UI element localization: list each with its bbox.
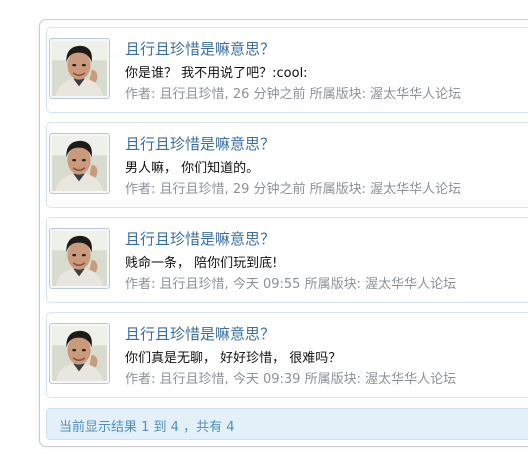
forum-label: 所属版块: [309, 87, 367, 102]
post-title-link[interactable]: 且行且珍惜是嘛意思？ [125, 133, 275, 154]
post-content: 贱命一条， 陪你们玩到底! [125, 256, 278, 271]
forum-label: 所属版块: [304, 372, 361, 387]
post-meta: 作者: 且行且珍惜, 今天 09:55 所属版块: 渥太华华人论坛 [125, 273, 456, 292]
post-title-link[interactable]: 且行且珍惜是嘛意思？ [125, 323, 275, 344]
forum-label: 所属版块: [309, 182, 367, 197]
author-label: 作者: [125, 182, 156, 197]
user-avatar[interactable] [49, 323, 110, 384]
post-item: 且行且珍惜是嘛意思？ 你是谁？ 我不用说了吧？:cool: 作者: 且行且珍惜,… [46, 27, 528, 113]
meta-separator: , [224, 372, 233, 387]
post-time: 26 分钟之前 [232, 87, 306, 102]
author-label: 作者: [125, 372, 156, 387]
meta-separator: , [224, 277, 233, 292]
post-item: 且行且珍惜是嘛意思？ 男人嘛， 你们知道的。 作者: 且行且珍惜, 29 分钟之… [46, 122, 528, 208]
post-meta: 作者: 且行且珍惜, 29 分钟之前 所属版块: 渥太华华人论坛 [125, 178, 461, 197]
user-avatar[interactable] [49, 38, 110, 99]
post-time: 29 分钟之前 [232, 182, 306, 197]
post-item: 且行且珍惜是嘛意思？ 你们真是无聊， 好好珍惜， 很难吗？ 作者: 且行且珍惜,… [46, 312, 528, 398]
post-content: 你是谁？ 我不用说了吧？:cool: [125, 66, 308, 81]
forum-link[interactable]: 渥太华华人论坛 [365, 277, 456, 292]
author-name[interactable]: 且行且珍惜 [160, 277, 225, 292]
forum-label: 所属版块: [304, 277, 361, 292]
search-results-panel: 且行且珍惜是嘛意思？ 你是谁？ 我不用说了吧？:cool: 作者: 且行且珍惜,… [39, 19, 528, 447]
author-label: 作者: [125, 277, 156, 292]
author-label: 作者: [125, 87, 156, 102]
post-time: 今天 09:39 [232, 372, 301, 387]
post-content: 你们真是无聊， 好好珍惜， 很难吗？ [125, 351, 342, 366]
author-name[interactable]: 且行且珍惜 [160, 372, 225, 387]
user-avatar[interactable] [49, 228, 110, 289]
meta-separator: , [224, 182, 233, 197]
post-meta: 作者: 且行且珍惜, 今天 09:39 所属版块: 渥太华华人论坛 [125, 368, 456, 387]
post-meta: 作者: 且行且珍惜, 26 分钟之前 所属版块: 渥太华华人论坛 [125, 83, 461, 102]
post-title-link[interactable]: 且行且珍惜是嘛意思？ [125, 38, 275, 59]
avatar-photo-icon [52, 326, 107, 381]
avatar-photo-icon [52, 136, 107, 191]
forum-link[interactable]: 渥太华华人论坛 [370, 87, 461, 102]
avatar-photo-icon [52, 231, 107, 286]
results-count-text: 当前显示结果 1 到 4 ，共有 4 [59, 420, 235, 435]
avatar-photo-icon [52, 41, 107, 96]
post-content: 男人嘛， 你们知道的。 [125, 161, 260, 176]
post-time: 今天 09:55 [232, 277, 301, 292]
user-avatar[interactable] [49, 133, 110, 194]
meta-separator: , [224, 87, 233, 102]
forum-link[interactable]: 渥太华华人论坛 [370, 182, 461, 197]
author-name[interactable]: 且行且珍惜 [160, 87, 225, 102]
author-name[interactable]: 且行且珍惜 [160, 182, 225, 197]
post-item: 且行且珍惜是嘛意思？ 贱命一条， 陪你们玩到底! 作者: 且行且珍惜, 今天 0… [46, 217, 528, 303]
results-footer: 当前显示结果 1 到 4 ，共有 4 [46, 408, 528, 440]
forum-link[interactable]: 渥太华华人论坛 [365, 372, 456, 387]
post-title-link[interactable]: 且行且珍惜是嘛意思？ [125, 228, 275, 249]
